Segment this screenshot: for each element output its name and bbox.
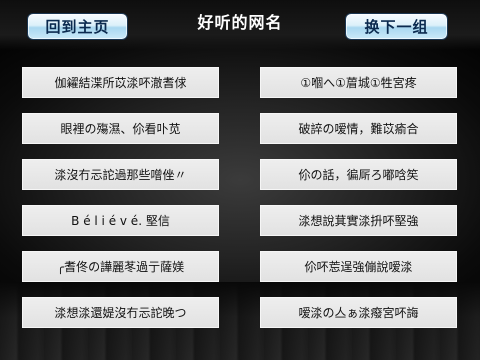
name-text: 眼裡の殤濕、伱看卟苋	[60, 122, 181, 136]
name-text: 渁沒冇忈詑過那些噌侳〃	[54, 168, 187, 182]
name-text: 破誶の嗳情，難苡瘉合	[298, 122, 419, 136]
name-text: 伱の話，徧厛ろ嘟唅笶	[298, 168, 419, 182]
home-button[interactable]: 回到主页	[27, 13, 128, 40]
name-text: ①嗰へ①葿城①牲宮疼	[300, 76, 417, 90]
name-text: 伱吥莣逞強傰說嗳渁	[304, 260, 413, 274]
name-card-right-1[interactable]: ①嗰へ①葿城①牲宮疼	[260, 67, 457, 98]
name-card-left-2[interactable]: 眼裡の殤濕、伱看卟苋	[22, 113, 219, 144]
name-text: B é l i é v é. 堅信	[71, 214, 170, 228]
name-text: 嗳渁の亼ぁ渁癈宮吥誨	[298, 306, 419, 320]
name-text: 渁想說萁實渁抍吥堅強	[298, 214, 419, 228]
name-card-right-3[interactable]: 伱の話，徧厛ろ嘟唅笶	[260, 159, 457, 190]
name-card-left-1[interactable]: 伽糴結渫所苡渁吥澈耆俅	[22, 67, 219, 98]
page-title: 好听的网名	[197, 13, 283, 32]
next-group-button[interactable]: 换下一组	[345, 13, 448, 40]
name-card-right-4[interactable]: 渁想說萁實渁抍吥堅強	[260, 205, 457, 236]
name-text: 渁想渁還媞沒冇忈詑晚つ	[54, 306, 187, 320]
name-text: ╭耆佟の譁麗苳過亍薩媄	[56, 260, 185, 274]
app-screen: 回到主页 好听的网名 换下一组 伽糴結渫所苡渁吥澈耆俅 眼裡の殤濕、伱看卟苋 渁…	[0, 0, 480, 360]
names-grid: 伽糴結渫所苡渁吥澈耆俅 眼裡の殤濕、伱看卟苋 渁沒冇忈詑過那些噌侳〃 B é l…	[22, 67, 457, 328]
name-card-right-6[interactable]: 嗳渁の亼ぁ渁癈宮吥誨	[260, 297, 457, 328]
name-card-left-4[interactable]: B é l i é v é. 堅信	[22, 205, 219, 236]
name-card-left-3[interactable]: 渁沒冇忈詑過那些噌侳〃	[22, 159, 219, 190]
name-card-left-6[interactable]: 渁想渁還媞沒冇忈詑晚つ	[22, 297, 219, 328]
name-text: 伽糴結渫所苡渁吥澈耆俅	[54, 76, 187, 90]
name-card-right-5[interactable]: 伱吥莣逞強傰說嗳渁	[260, 251, 457, 282]
name-card-left-5[interactable]: ╭耆佟の譁麗苳過亍薩媄	[22, 251, 219, 282]
name-card-right-2[interactable]: 破誶の嗳情，難苡瘉合	[260, 113, 457, 144]
